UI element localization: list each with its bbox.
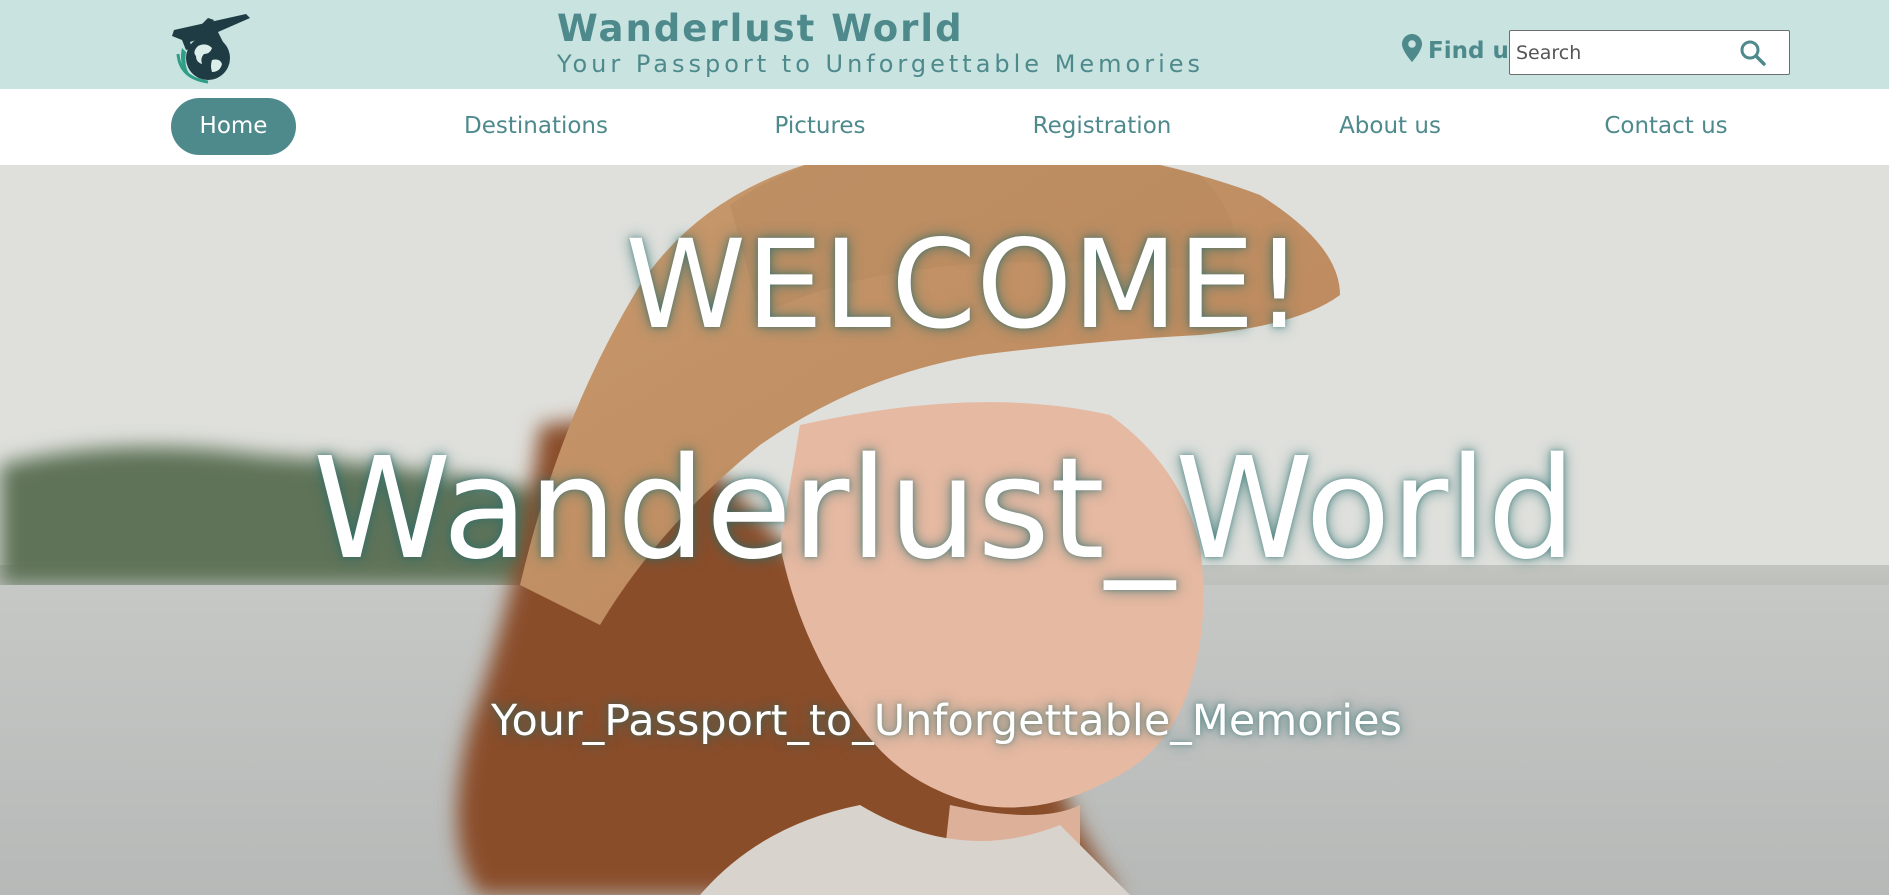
hero-title: Wanderlust_World	[312, 428, 1577, 591]
search-icon[interactable]	[1739, 39, 1767, 67]
hero-welcome: WELCOME!	[625, 214, 1304, 356]
nav-item-home[interactable]: Home	[171, 98, 296, 155]
hero-tagline: Your_Passport_to_Unforgettable_Memories	[490, 696, 1403, 746]
nav-item-contact-us[interactable]: Contact us	[1603, 98, 1729, 155]
map-pin-icon	[1402, 34, 1422, 68]
nav-item-pictures[interactable]: Pictures	[769, 98, 871, 155]
site-header: Wanderlust World Your Passport to Unforg…	[0, 0, 1889, 89]
hero-section: WELCOME! Wanderlust_World Your_Passport_…	[0, 165, 1889, 895]
search-box	[1509, 30, 1790, 75]
find-us-link[interactable]: Find us	[1402, 34, 1523, 68]
brand: Wanderlust World Your Passport to Unforg…	[557, 8, 1205, 79]
nav-item-about-us[interactable]: About us	[1334, 98, 1446, 155]
airplane-globe-logo-icon[interactable]	[168, 8, 254, 88]
nav-item-destinations[interactable]: Destinations	[455, 98, 617, 155]
nav-item-registration[interactable]: Registration	[1027, 98, 1177, 155]
site-subtitle: Your Passport to Unforgettable Memories	[557, 50, 1205, 78]
main-nav: Home Destinations Pictures Registration …	[0, 89, 1889, 165]
search-input[interactable]	[1510, 32, 1730, 73]
site-title[interactable]: Wanderlust World	[557, 8, 1204, 50]
